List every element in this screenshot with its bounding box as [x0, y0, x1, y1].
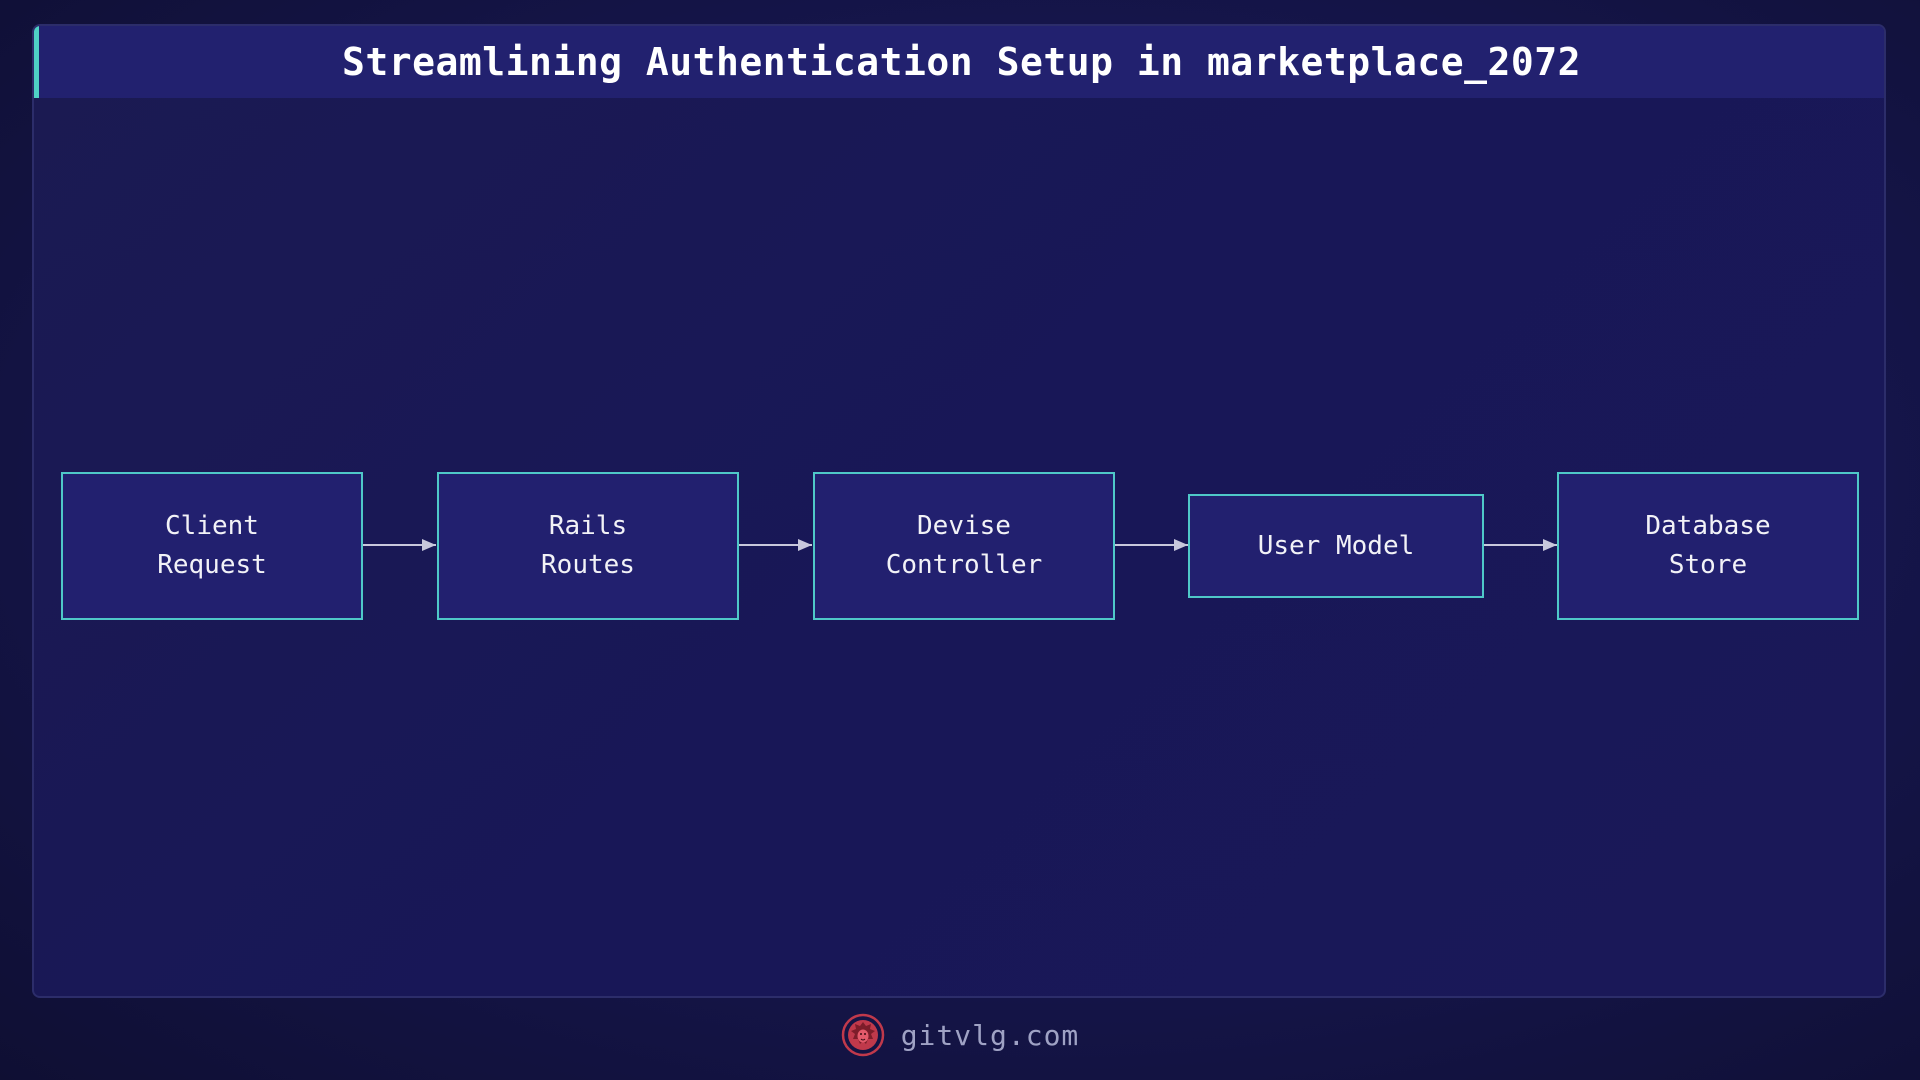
footer-site-link[interactable]: gitvlg.com [901, 1019, 1080, 1052]
lion-logo-icon[interactable] [841, 1013, 885, 1057]
node-database-store: Database Store [1557, 472, 1859, 620]
node-user-model: User Model [1188, 494, 1484, 598]
footer: gitvlg.com [0, 1010, 1920, 1060]
node-rails-routes: Rails Routes [437, 472, 739, 620]
flow-diagram: Client Request Rails Routes Devise Contr… [0, 0, 1920, 1080]
page: Streamlining Authentication Setup in mar… [0, 0, 1920, 1080]
node-devise-controller: Devise Controller [813, 472, 1115, 620]
node-client-request: Client Request [61, 472, 363, 620]
